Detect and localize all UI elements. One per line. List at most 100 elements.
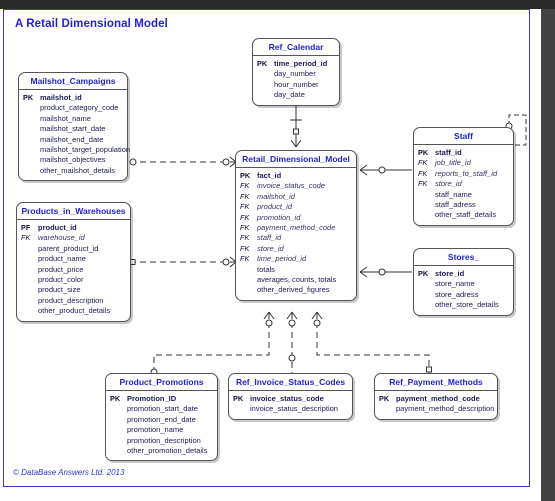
attribute-row: other_mailshot_details [23, 166, 123, 176]
attribute-row: hour_number [257, 80, 335, 90]
entity-ref-payment-methods[interactable]: Ref_Payment_Methods PK payment_method_cod… [374, 373, 498, 420]
attribute-row: product_name [21, 254, 126, 264]
attribute-row: FK reports_to_staff_id [418, 169, 509, 179]
attribute-name: time_period_id [257, 254, 307, 264]
key-marker: FK [418, 168, 428, 178]
attribute-name: day_date [274, 90, 305, 100]
page-title: A Retail Dimensional Model [15, 18, 168, 30]
entity-retail-dimensional-model[interactable]: Retail_Dimensional_Model PK fact_id FK inv… [235, 150, 357, 301]
attribute-row: parent_product_id [21, 244, 126, 254]
relationship-calendar-fact [290, 105, 302, 148]
attribute-row: mailshot_start_date [23, 124, 123, 134]
key-marker: FK [418, 158, 428, 168]
entity-ref-invoice-status-codes[interactable]: Ref_Invoice_Status_Codes PK invoice_statu… [228, 373, 353, 420]
attribute-name: product_id [38, 223, 77, 232]
copyright-notice: © DataBase Answers Ltd. 2013 [13, 468, 125, 477]
relationship-products-fact [129, 256, 237, 268]
key-marker: PK [23, 93, 34, 102]
attribute-name: mailshot_name [40, 113, 91, 123]
key-marker: PK [257, 59, 268, 68]
attribute-name: staff_adress [435, 200, 476, 210]
diagram-page: A Retail Dimensional Model © DataBase An… [0, 0, 555, 501]
entity-mailshot-campaigns[interactable]: Mailshot_Campaigns PK mailshot_id product… [18, 72, 131, 182]
attribute-row: FK store_id [418, 179, 509, 189]
attribute-name: other_derived_figures [257, 285, 330, 295]
attribute-name: staff_id [435, 148, 462, 157]
attribute-row: PK fact_id [240, 171, 352, 181]
entity-stores[interactable]: Stores_ PK store_id store_name store_adre… [413, 248, 514, 316]
attribute-name: store_id [435, 269, 465, 278]
attribute-list: PK invoice_status_code invoice_status_des… [229, 391, 352, 419]
attribute-list: PK mailshot_id product_category_code mail… [19, 90, 131, 180]
attribute-row: product_size [21, 285, 126, 295]
attribute-name: mailshot_target_population [40, 145, 131, 155]
attribute-list: PK payment_method_code payment_method_des… [375, 391, 497, 419]
attribute-name: other_store_details [435, 300, 499, 310]
attribute-name: other_promotion_details [127, 446, 208, 456]
attribute-name: product_name [38, 254, 86, 264]
diagram-canvas: A Retail Dimensional Model © DataBase An… [3, 9, 530, 487]
attribute-name: store_adress [435, 289, 479, 299]
key-marker: FK [240, 181, 250, 191]
key-marker: FK [240, 243, 250, 253]
attribute-name: invoice_status_code [257, 181, 325, 191]
attribute-name: mailshot_id [40, 93, 82, 102]
attribute-row: store_adress [418, 290, 509, 300]
attribute-row: promotion_name [110, 425, 213, 435]
attribute-list: PK staff_id FK job_title_id FK reports_to_s… [414, 145, 513, 225]
attribute-row: mailshot_name [23, 114, 123, 124]
attribute-row: totals [240, 265, 352, 275]
attribute-name: fact_id [257, 171, 282, 180]
attribute-name: store_id [257, 243, 284, 253]
attribute-name: promotion_description [127, 435, 201, 445]
attribute-list: PK time_period_id day_number hour_number … [253, 56, 339, 105]
attribute-row: product_category_code [23, 103, 123, 113]
attribute-row: staff_name [418, 190, 509, 200]
attribute-row: promotion_end_date [110, 415, 213, 425]
attribute-name: warehouse_id [38, 233, 85, 243]
attribute-row: other_derived_figures [240, 285, 352, 295]
entity-title: Staff [414, 128, 513, 145]
attribute-row: PK store_id [418, 269, 509, 279]
attribute-name: invoice_status_code [250, 394, 324, 403]
attribute-row: other_store_details [418, 300, 509, 310]
attribute-name: promotion_id [257, 212, 301, 222]
attribute-row: FK product_id [240, 202, 352, 212]
attribute-row: promotion_description [110, 436, 213, 446]
key-marker: FK [240, 233, 250, 243]
attribute-name: product_price [38, 264, 84, 274]
attribute-name: averages, counts, totals [257, 275, 337, 285]
attribute-name: product_color [38, 275, 84, 285]
attribute-row: FK job_title_id [418, 158, 509, 168]
attribute-name: store_name [435, 279, 475, 289]
attribute-name: reports_to_staff_id [435, 168, 498, 178]
key-marker: FK [240, 191, 250, 201]
key-marker: PK [233, 394, 244, 403]
entity-title: Products_in_Warehouses [17, 203, 130, 220]
attribute-name: payment_method_description [396, 404, 495, 414]
attribute-row: staff_adress [418, 200, 509, 210]
entity-products-in-warehouses[interactable]: Products_in_Warehouses PF product_id FK wa… [16, 202, 131, 322]
entity-staff[interactable]: Staff PK staff_id FK job_title_id FK report… [413, 127, 514, 226]
key-marker: PF [21, 223, 31, 232]
entity-product-promotions[interactable]: Product_Promotions PK Promotion_ID promot… [105, 373, 218, 462]
attribute-name: mailshot_id [257, 191, 295, 201]
attribute-name: promotion_name [127, 425, 184, 435]
entity-title: Product_Promotions [106, 374, 217, 391]
key-marker: FK [21, 233, 31, 243]
attribute-name: staff_id [257, 233, 282, 243]
attribute-list: PF product_id FK warehouse_id parent_produ… [17, 220, 130, 321]
attribute-row: PK payment_method_code [379, 394, 493, 404]
attribute-row: product_description [21, 296, 126, 306]
attribute-name: totals [257, 264, 275, 274]
right-scroll-gutter[interactable] [541, 9, 555, 501]
entity-ref-calendar[interactable]: Ref_Calendar PK time_period_id day_number… [252, 38, 340, 106]
key-marker: FK [240, 212, 250, 222]
attribute-row: promotion_start_date [110, 404, 213, 414]
relationship-fact-invoice-status [286, 311, 298, 382]
attribute-row: other_staff_details [418, 210, 509, 220]
attribute-row: FK staff_id [240, 233, 352, 243]
attribute-name: other_staff_details [435, 210, 497, 220]
attribute-row: FK time_period_id [240, 254, 352, 264]
attribute-row: PK Promotion_ID [110, 394, 213, 404]
